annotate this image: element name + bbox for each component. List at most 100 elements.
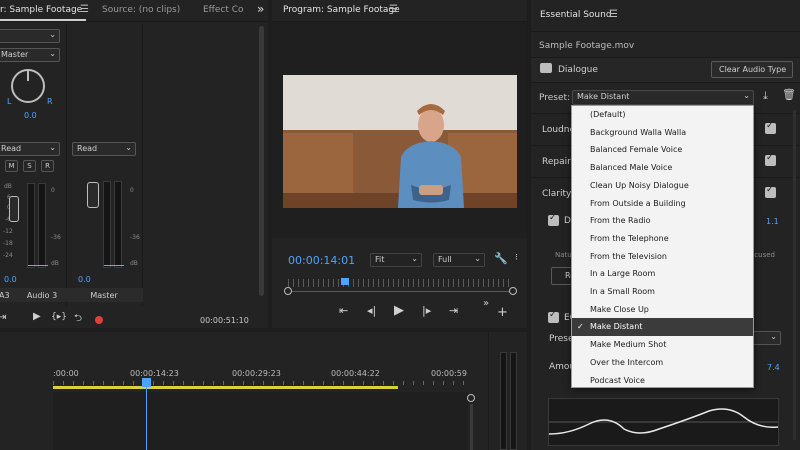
timeline-scroll-handle[interactable] xyxy=(467,394,475,402)
pan-value[interactable]: 0.0 xyxy=(24,111,37,120)
zoom-dropdown[interactable]: Fit ⌄ xyxy=(370,253,422,267)
time-ruler-label: :00:00 xyxy=(53,369,79,378)
preset-option[interactable]: In a Large Room xyxy=(572,265,753,283)
volume-value-2[interactable]: 0.0 xyxy=(78,275,91,284)
menu-icon[interactable]: ☰ xyxy=(80,4,89,15)
eq-checkbox[interactable] xyxy=(548,310,559,323)
automation-dropdown-2[interactable]: Read ⌄ xyxy=(72,142,136,156)
meter-scale-mark: -36 xyxy=(130,234,140,241)
track-name-a3: A3 xyxy=(0,291,10,300)
es-scrollbar[interactable] xyxy=(793,110,796,440)
volume-fader-1[interactable] xyxy=(9,196,19,222)
output-dropdown[interactable]: Master ⌄ xyxy=(0,48,60,62)
tab-source[interactable]: Source: (no clips) xyxy=(102,5,180,15)
preset-dropdown[interactable]: Make Distant ⌄ xyxy=(572,90,754,105)
step-forward-icon[interactable]: |▸ xyxy=(422,304,431,317)
timeline-playhead-handle[interactable] xyxy=(142,378,151,387)
amount-value[interactable]: 7.4 xyxy=(767,363,780,372)
preset-option-label: Balanced Male Voice xyxy=(590,163,673,173)
record-enable-button[interactable]: R xyxy=(41,160,54,172)
timeline-meter-a xyxy=(500,352,507,450)
tab-effect-controls[interactable]: Effect Co xyxy=(203,5,244,15)
preset-option-label: In a Large Room xyxy=(590,269,656,279)
volume-value-1[interactable]: 0.0 xyxy=(4,275,17,284)
level-meter-1b xyxy=(38,183,46,268)
preset-option[interactable]: Over the Intercom xyxy=(572,354,753,372)
save-preset-icon[interactable]: ⤓ xyxy=(763,89,768,103)
video-frame[interactable] xyxy=(283,75,517,208)
play-in-out-icon[interactable]: {▸} xyxy=(51,312,67,322)
wrench-icon[interactable]: 🔧 xyxy=(494,252,508,265)
preset-option[interactable]: From the Television xyxy=(572,248,753,266)
preset-option[interactable]: Podcast Voice xyxy=(572,372,753,390)
dynamics-checkbox[interactable] xyxy=(548,213,559,226)
clarity-checkbox[interactable] xyxy=(765,185,776,198)
delete-preset-icon[interactable]: 🗑 xyxy=(782,88,796,101)
mark-in-icon[interactable]: ⇤ xyxy=(339,304,348,317)
volume-fader-master[interactable] xyxy=(87,182,99,208)
loudness-checkbox[interactable] xyxy=(765,121,776,134)
preset-option[interactable]: Balanced Female Voice xyxy=(572,141,753,159)
program-title[interactable]: Program: Sample Footage xyxy=(283,5,400,15)
eq-graph xyxy=(548,398,779,446)
go-to-in-icon[interactable]: ⇥ xyxy=(0,312,6,323)
section-clarity[interactable]: Clarity xyxy=(542,189,571,199)
preset-option[interactable]: From the Radio xyxy=(572,212,753,230)
mark-out-icon[interactable]: ⇥ xyxy=(449,304,458,317)
mixer-timecode: 00:00:51:10 xyxy=(200,316,249,325)
clear-audio-type-button[interactable]: Clear Audio Type xyxy=(711,61,793,78)
preset-dropdown-value: Make Distant xyxy=(577,92,630,101)
eq-curve xyxy=(548,408,779,435)
timeline-vscrollbar[interactable] xyxy=(470,404,473,450)
menu-icon[interactable]: ☰ xyxy=(389,4,398,15)
out-handle[interactable] xyxy=(509,287,517,295)
mixer-scrollbar[interactable] xyxy=(259,26,264,296)
automation-dropdown-1[interactable]: Read ⌄ xyxy=(0,142,60,156)
preset-option[interactable]: Background Walla Walla xyxy=(572,124,753,142)
record-button[interactable] xyxy=(95,316,103,324)
preset-option[interactable]: Balanced Male Voice xyxy=(572,159,753,177)
preset-option[interactable]: (Default) xyxy=(572,106,753,124)
preset-option[interactable]: Make Medium Shot xyxy=(572,336,753,354)
preset-option-selected[interactable]: ✓ Make Distant xyxy=(572,318,753,337)
db-label: dB xyxy=(4,183,12,190)
playhead[interactable] xyxy=(341,278,349,285)
meter-scale-mark: 0 xyxy=(51,187,55,194)
preset-option[interactable]: From the Telephone xyxy=(572,230,753,248)
section-repair[interactable]: Repair xyxy=(542,157,571,167)
dynamics-value[interactable]: 1.1 xyxy=(766,217,779,226)
channel-divider xyxy=(66,24,67,306)
preset-option[interactable]: In a Small Room xyxy=(572,283,753,301)
program-header: Program: Sample Footage ☰ xyxy=(272,0,527,22)
video-frame-image xyxy=(283,75,517,208)
step-back-icon[interactable]: ◂| xyxy=(367,304,376,317)
menu-icon[interactable]: ☰ xyxy=(609,9,618,20)
more-icon[interactable]: ⁝ xyxy=(515,253,518,263)
program-scrubber-track[interactable] xyxy=(288,291,513,292)
overflow-icon[interactable]: » xyxy=(483,298,489,309)
play-icon[interactable]: ▶ xyxy=(33,311,41,322)
preset-option[interactable]: Make Close Up xyxy=(572,301,753,319)
preset-option[interactable]: Clean Up Noisy Dialogue xyxy=(572,177,753,195)
add-button-icon[interactable]: + xyxy=(497,305,508,320)
tab-audio-mixer[interactable]: r: Sample Footage xyxy=(0,5,82,15)
timeline-meter-b xyxy=(510,352,517,450)
timeline-divider xyxy=(488,332,489,450)
loop-icon[interactable]: ⮌ xyxy=(74,311,82,328)
work-area-bar[interactable] xyxy=(53,386,398,389)
essential-sound-title[interactable]: Essential Sound xyxy=(540,10,612,20)
mute-button[interactable]: M xyxy=(5,160,18,172)
resolution-dropdown[interactable]: Full ⌄ xyxy=(433,253,485,267)
scale-mark: -24 xyxy=(3,252,13,259)
resolution-value: Full xyxy=(438,255,452,264)
play-button[interactable]: ▶ xyxy=(394,303,404,318)
solo-button[interactable]: S xyxy=(23,160,36,172)
repair-checkbox[interactable] xyxy=(765,153,776,166)
tab-overflow[interactable]: » xyxy=(257,2,264,16)
input-dropdown[interactable]: ⌄ xyxy=(0,29,60,43)
program-timecode[interactable]: 00:00:14:01 xyxy=(288,254,355,267)
natural-label: Natu xyxy=(555,251,572,259)
preset-option-label: Over the Intercom xyxy=(590,357,664,367)
in-handle[interactable] xyxy=(284,287,292,295)
preset-option[interactable]: From Outside a Building xyxy=(572,195,753,213)
